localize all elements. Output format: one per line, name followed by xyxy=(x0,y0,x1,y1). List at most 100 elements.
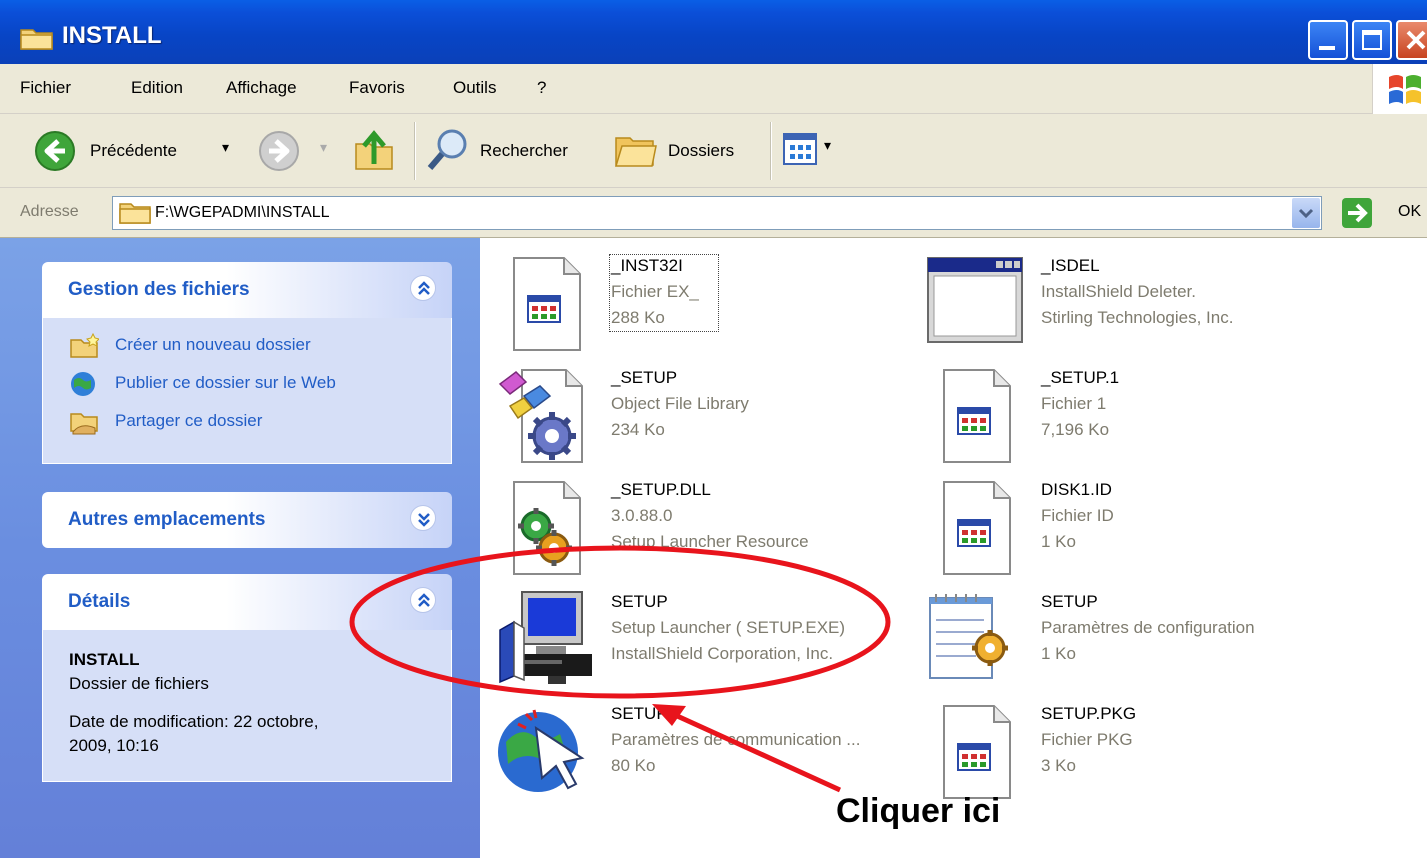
details-title: Détails xyxy=(68,591,131,612)
title-bar[interactable]: INSTALL xyxy=(0,0,1427,64)
chevron-up-double-icon xyxy=(418,281,430,295)
search-button[interactable]: Rechercher xyxy=(426,126,596,176)
task-pane: Gestion des fichiers Créer un nouveau do… xyxy=(0,238,480,858)
app-window-icon xyxy=(927,257,1023,343)
forward-button[interactable]: ▾ xyxy=(258,130,338,174)
address-value: F:\WGEPADMI\INSTALL xyxy=(155,204,330,221)
library-gear-icon xyxy=(498,369,583,463)
file-item-setup-exe[interactable]: SETUP Setup Launcher ( SETUP.EXE) Instal… xyxy=(496,590,916,690)
file-name: _SETUP.DLL xyxy=(611,480,711,499)
windows-logo xyxy=(1372,64,1427,114)
back-button[interactable]: Précédente ▾ xyxy=(34,130,244,174)
folder-icon xyxy=(119,203,151,224)
globe-cursor-icon xyxy=(498,709,585,792)
forward-arrow-icon xyxy=(259,131,299,171)
back-label: Précédente xyxy=(90,141,177,160)
windows-flag-icon xyxy=(1389,75,1421,104)
file-name: _ISDEL xyxy=(1041,256,1100,275)
file-size: 234 Ko xyxy=(611,420,665,439)
collapse-button[interactable] xyxy=(410,587,436,613)
file-name: _SETUP xyxy=(611,368,678,387)
toolbar: Précédente ▾ ▾ Rechercher Dossiers ▾ xyxy=(0,114,1427,188)
file-list: _INST32I Fichier EX_ 288 Ko _ISDEL Insta… xyxy=(480,238,1427,858)
menu-bar: Fichier Edition Affichage Favoris Outils… xyxy=(0,64,1427,114)
back-dropdown-icon[interactable]: ▾ xyxy=(222,140,229,156)
file-type: Paramètres de communication ... xyxy=(611,730,861,749)
menu-edition[interactable]: Edition xyxy=(131,78,183,98)
generic-file-icon xyxy=(943,369,1011,463)
file-tasks-panel: Gestion des fichiers Créer un nouveau do… xyxy=(42,262,452,464)
file-name: DISK1.ID xyxy=(1041,480,1112,499)
go-button[interactable]: OK xyxy=(1340,196,1427,230)
setup-computer-icon xyxy=(499,591,592,684)
task-label: Partager ce dossier xyxy=(115,411,263,430)
folders-icon xyxy=(614,137,657,167)
details-header[interactable]: Détails xyxy=(42,574,452,630)
details-panel: Détails INSTALL Dossier de fichiers Date… xyxy=(42,574,452,782)
task-label: Publier ce dossier sur le Web xyxy=(115,373,336,392)
file-size: 1 Ko xyxy=(1041,532,1076,551)
file-item[interactable]: DISK1.ID Fichier ID 1 Ko xyxy=(926,478,1346,578)
folders-button[interactable]: Dossiers xyxy=(612,126,762,176)
dll-gear-icon xyxy=(513,481,581,575)
other-places-header[interactable]: Autres emplacements xyxy=(42,492,452,548)
other-places-panel: Autres emplacements xyxy=(42,492,452,548)
file-name: _SETUP.1 xyxy=(1041,368,1120,387)
up-folder-icon xyxy=(355,130,393,170)
task-share-folder[interactable]: Partager ce dossier xyxy=(69,408,262,436)
file-size: Stirling Technologies, Inc. xyxy=(1041,308,1234,327)
file-name: SETUP xyxy=(611,592,668,611)
menu-outils[interactable]: Outils xyxy=(453,78,496,98)
annotation-label: Cliquer ici xyxy=(836,792,1001,830)
search-icon xyxy=(427,129,467,170)
views-dropdown-icon[interactable]: ▾ xyxy=(824,138,831,154)
maximize-button[interactable] xyxy=(1352,20,1392,60)
generic-file-icon xyxy=(513,257,581,351)
share-folder-icon xyxy=(70,413,98,435)
menu-help[interactable]: ? xyxy=(537,78,546,98)
file-item[interactable]: _INST32I Fichier EX_ 288 Ko xyxy=(496,254,916,354)
file-type: Object File Library xyxy=(611,394,749,413)
details-name: INSTALL xyxy=(69,650,140,669)
views-button[interactable]: ▾ xyxy=(782,130,852,174)
generic-file-icon xyxy=(943,481,1011,575)
address-dropdown-button[interactable] xyxy=(1292,198,1320,228)
file-name: SETUP xyxy=(1041,592,1098,611)
details-modified-line2: 2009, 10:16 xyxy=(69,736,159,755)
address-label: Adresse xyxy=(20,203,79,220)
minimize-button[interactable] xyxy=(1308,20,1348,60)
forward-dropdown-icon[interactable]: ▾ xyxy=(320,140,327,156)
file-type: Fichier 1 xyxy=(1041,394,1107,413)
menu-fichier[interactable]: Fichier xyxy=(20,78,71,98)
file-name: SETUP.PKG xyxy=(1041,704,1137,723)
up-folder-button[interactable] xyxy=(352,126,400,176)
file-item[interactable]: _SETUP.DLL 3.0.88.0 Setup Launcher Resou… xyxy=(496,478,916,578)
new-folder-icon xyxy=(70,332,100,358)
details-modified-line1: Date de modification: 22 octobre, xyxy=(69,712,319,731)
address-bar: Adresse F:\WGEPADMI\INSTALL OK xyxy=(0,188,1427,238)
file-type: Fichier ID xyxy=(1041,506,1114,525)
config-notepad-icon xyxy=(929,594,1008,679)
file-item[interactable]: _SETUP.1 Fichier 1 7,196 Ko xyxy=(926,366,1346,466)
file-item[interactable]: SETUP Paramètres de communication ... 80… xyxy=(496,702,916,802)
menu-affichage[interactable]: Affichage xyxy=(226,78,297,98)
file-item[interactable]: SETUP Paramètres de configuration 1 Ko xyxy=(926,590,1346,690)
task-new-folder[interactable]: Créer un nouveau dossier xyxy=(69,332,311,360)
address-input[interactable]: F:\WGEPADMI\INSTALL xyxy=(112,196,1322,230)
file-item[interactable]: SETUP.PKG Fichier PKG 3 Ko xyxy=(926,702,1346,802)
details-body: INSTALL Dossier de fichiers Date de modi… xyxy=(42,630,452,782)
file-item[interactable]: _ISDEL InstallShield Deleter. Stirling T… xyxy=(926,254,1346,354)
file-tasks-header[interactable]: Gestion des fichiers xyxy=(42,262,452,318)
expand-button[interactable] xyxy=(410,505,436,531)
file-item[interactable]: _SETUP Object File Library 234 Ko xyxy=(496,366,916,466)
task-publish-web[interactable]: Publier ce dossier sur le Web xyxy=(69,370,336,398)
collapse-button[interactable] xyxy=(410,275,436,301)
file-type: InstallShield Deleter. xyxy=(1041,282,1196,301)
folder-icon xyxy=(20,29,53,50)
menu-favoris[interactable]: Favoris xyxy=(349,78,405,98)
focus-rectangle xyxy=(609,254,719,332)
file-tasks-body: Créer un nouveau dossier Publier ce doss… xyxy=(42,318,452,464)
file-name: SETUP xyxy=(611,704,668,723)
file-type: Paramètres de configuration xyxy=(1041,618,1255,637)
close-button[interactable] xyxy=(1396,20,1427,60)
